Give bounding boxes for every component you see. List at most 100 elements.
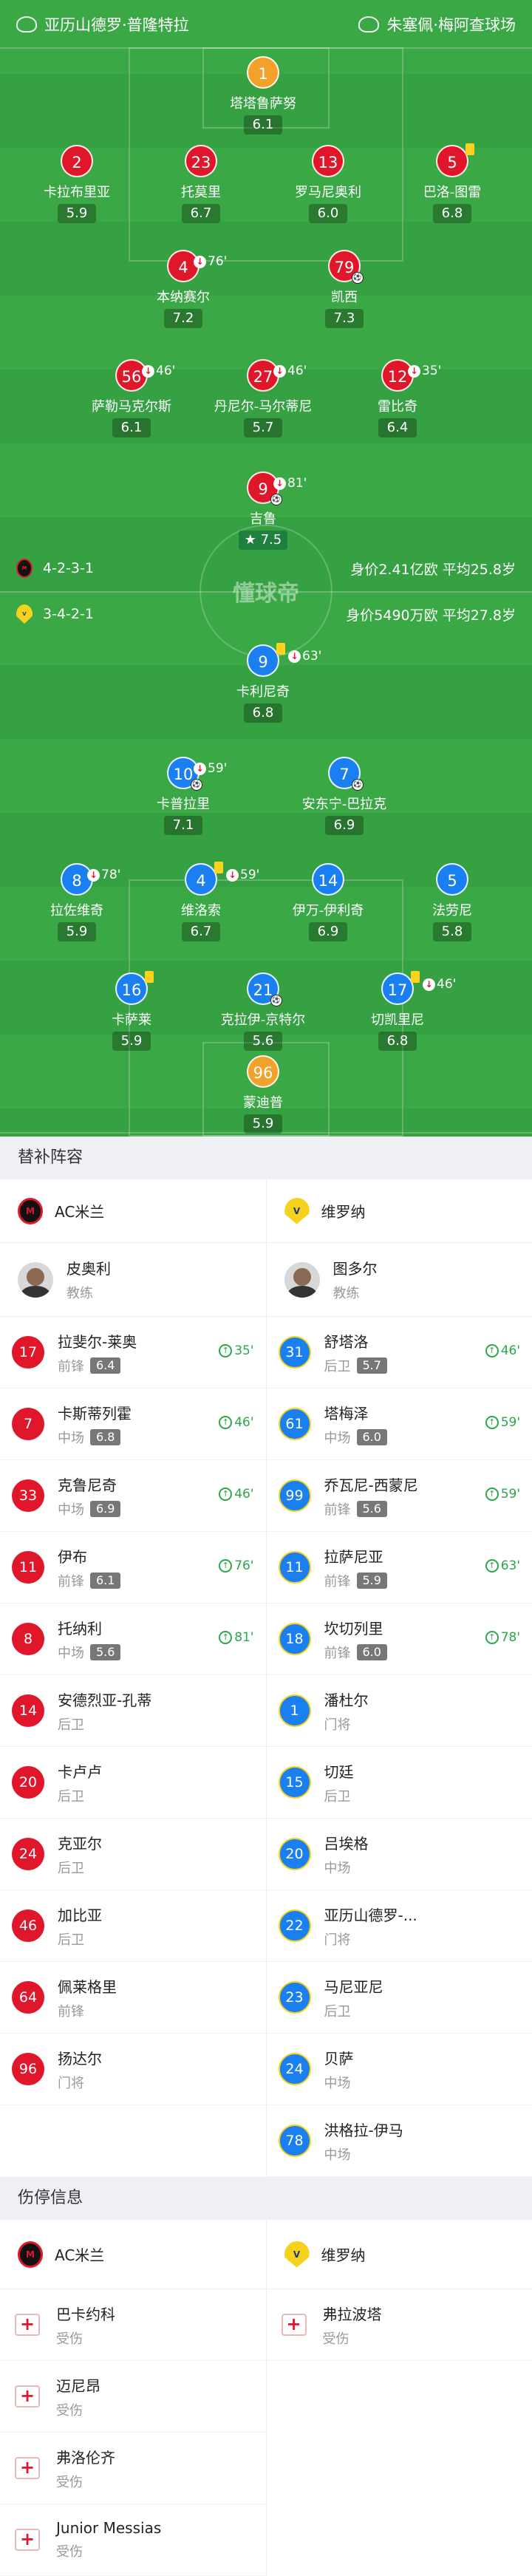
sub-player-row[interactable]: 24贝萨中场 xyxy=(267,2034,532,2105)
sub-player-row[interactable]: 11伊布前锋6.1↑76' xyxy=(0,1532,266,1604)
sub-player-row[interactable]: 46加比亚后卫 xyxy=(0,1890,266,1962)
away-team-header[interactable]: V维罗纳 xyxy=(266,2220,532,2289)
sub-player-row[interactable]: 11拉萨尼亚前锋5.9↑63' xyxy=(267,1532,532,1604)
injury-status: 受伤 xyxy=(323,2328,382,2348)
player-rating: 5.6 xyxy=(244,1032,282,1051)
sub-player-row[interactable]: 1潘杜尔门将 xyxy=(267,1675,532,1747)
player-away-96[interactable]: 96 蒙迪普 5.9 xyxy=(189,1055,337,1134)
injury-row[interactable]: 弗洛伦齐受伤 xyxy=(0,2433,266,2504)
player-away-5[interactable]: 5 法劳尼 5.8 xyxy=(378,863,526,941)
injury-info: Junior Messias受伤 xyxy=(56,2519,161,2560)
sub-player-row[interactable]: 20卡卢卢后卫 xyxy=(0,1747,266,1819)
player-info: 安德烈亚-孔蒂后卫 xyxy=(58,1689,151,1734)
injury-row[interactable]: 弗拉波塔受伤 xyxy=(267,2289,532,2361)
player-home-9[interactable]: 9 ↓81' ⚽ 吉鲁 ★ 7.5 xyxy=(189,471,337,550)
player-name: 塔梅泽 xyxy=(324,1402,387,1423)
injury-row[interactable]: 巴卡约科受伤 xyxy=(0,2289,266,2361)
player-position: 中场 xyxy=(58,1428,84,1447)
player-info: 舒塔洛后卫5.7 xyxy=(324,1330,387,1375)
player-number: 15 xyxy=(279,1766,311,1799)
player-name: 法劳尼 xyxy=(378,900,526,919)
injury-list: 巴卡约科受伤迈尼昂受伤弗洛伦齐受伤 Junior Messias受伤 弗拉波塔受伤 xyxy=(0,2289,532,2576)
sub-player-row[interactable]: 78洪格拉-伊马中场 xyxy=(267,2105,532,2177)
player-number: 2 xyxy=(72,154,81,171)
player-name: 巴洛-图雷 xyxy=(378,182,526,201)
player-number: 22 xyxy=(279,1909,311,1942)
sub-in-icon: ↑ xyxy=(219,1559,232,1572)
injury-info: 弗拉波塔受伤 xyxy=(323,2303,382,2348)
home-team-header[interactable]: MAC米兰 xyxy=(0,2220,266,2289)
player-home-12[interactable]: 12 ↓35' 雷比奇 6.4 xyxy=(324,359,471,437)
sub-player-row[interactable]: 20吕埃格中场 xyxy=(267,1819,532,1890)
player-info: 潘杜尔门将 xyxy=(324,1689,369,1734)
player-home-27[interactable]: 27 ↓46' 丹尼尔-马尔蒂尼 5.7 xyxy=(189,359,337,437)
injury-row[interactable]: Junior Messias受伤 xyxy=(0,2504,266,2576)
player-away-4[interactable]: 4 ↓59' 维洛索 6.7 xyxy=(127,863,275,941)
player-number: 64 xyxy=(12,1981,44,2014)
verona-logo-icon: V xyxy=(16,604,33,624)
injury-row[interactable]: 迈尼昂受伤 xyxy=(0,2361,266,2433)
player-number: 5 xyxy=(447,872,457,890)
sub-player-row[interactable]: 24克亚尔后卫 xyxy=(0,1819,266,1890)
sub-player-row[interactable]: 33克鲁尼奇中场6.9↑46' xyxy=(0,1460,266,1532)
whistle-icon xyxy=(16,16,37,33)
player-away-9[interactable]: 9 ↓63' 卡利尼奇 6.8 xyxy=(189,644,337,723)
away-team-header[interactable]: V维罗纳 xyxy=(266,1179,532,1242)
player-home-56[interactable]: 56 ↓46' 萨勒马克尔斯 6.1 xyxy=(58,359,205,437)
player-meta: 前锋6.4 xyxy=(58,1356,137,1375)
away-subs-column: 31舒塔洛后卫5.7↑46'61塔梅泽中场6.0↑59'99乔瓦尼-西蒙尼前锋5… xyxy=(266,1317,532,2177)
sub-player-row[interactable]: 14安德烈亚-孔蒂后卫 xyxy=(0,1675,266,1747)
home-coach[interactable]: 皮奥利教练 xyxy=(0,1243,266,1316)
sub-in-minute: 76' xyxy=(234,1558,253,1573)
player-rating: 5.7 xyxy=(357,1357,387,1374)
sub-player-row[interactable]: 15切廷后卫 xyxy=(267,1747,532,1819)
sub-player-row[interactable]: 99乔瓦尼-西蒙尼前锋5.6↑59' xyxy=(267,1460,532,1532)
sub-time: 63' xyxy=(302,640,321,672)
player-info: 拉斐尔-莱奥前锋6.4 xyxy=(58,1330,137,1375)
player-rating: 6.9 xyxy=(309,922,347,941)
player-name: 洪格拉-伊马 xyxy=(324,2119,403,2140)
player-meta: 后卫 xyxy=(324,2001,383,2020)
sub-player-row[interactable]: 61塔梅泽中场6.0↑59' xyxy=(267,1388,532,1460)
player-name: 拉萨尼亚 xyxy=(324,1545,387,1567)
player-away-7[interactable]: 7 ⚽ 安东宁-巴拉克 6.9 xyxy=(270,757,418,835)
goal-ball-icon: ⚽ xyxy=(191,779,202,791)
team-name: AC米兰 xyxy=(55,2243,104,2265)
sub-player-row[interactable]: 18坎切列里前锋6.0↑78' xyxy=(267,1604,532,1675)
avatar xyxy=(284,1262,320,1298)
sub-in-time: ↑46' xyxy=(219,1487,253,1502)
player-number: 79 xyxy=(335,259,355,276)
sub-player-row[interactable]: 31舒塔洛后卫5.7↑46' xyxy=(267,1317,532,1388)
sub-player-row[interactable]: 7卡斯蒂列霍中场6.8↑46' xyxy=(0,1388,266,1460)
sub-out-icon: ↓ xyxy=(194,763,206,775)
player-away-10[interactable]: 10 ↓59' ⚽ 卡普拉里 7.1 xyxy=(109,757,257,835)
player-away-16[interactable]: 16 卡萨莱 5.9 xyxy=(58,972,205,1051)
goal-ball-icon: ⚽ xyxy=(352,779,364,791)
player-home-1[interactable]: 1 塔塔鲁萨努 6.1 xyxy=(189,56,337,134)
sub-player-row[interactable]: 22亚历山德罗-...门将 xyxy=(267,1890,532,1962)
player-away-21[interactable]: 21 ⚽ 克拉伊-京特尔 5.6 xyxy=(189,972,337,1051)
sub-player-row[interactable]: 17拉斐尔-莱奥前锋6.4↑35' xyxy=(0,1317,266,1388)
player-home-79[interactable]: 79 ⚽ 凯西 7.3 xyxy=(270,250,418,328)
player-number: 17 xyxy=(388,981,408,999)
player-number: 8 xyxy=(72,872,81,890)
player-home-5[interactable]: 5 巴洛-图雷 6.8 xyxy=(378,145,526,223)
player-home-23[interactable]: 23 托莫里 6.7 xyxy=(127,145,275,223)
home-team-header[interactable]: MAC米兰 xyxy=(0,1179,266,1242)
ac-milan-logo-icon: M xyxy=(16,559,33,578)
player-away-17[interactable]: 17 ↓46' 切凯里尼 6.8 xyxy=(324,972,471,1051)
sub-player-row[interactable]: 8托纳利中场5.6↑81' xyxy=(0,1604,266,1675)
player-name: 卡萨莱 xyxy=(58,1009,205,1029)
sub-in-minute: 59' xyxy=(501,1487,520,1502)
player-number: 10 xyxy=(174,766,194,783)
away-coach[interactable]: 图多尔教练 xyxy=(266,1243,532,1316)
player-number: 12 xyxy=(388,368,408,386)
sub-out-icon: ↓ xyxy=(226,869,239,882)
sub-player-row[interactable]: 23马尼亚尼后卫 xyxy=(267,1962,532,2034)
sub-player-row[interactable]: 96扬达尔门将 xyxy=(0,2034,266,2105)
sub-in-time: ↑59' xyxy=(485,1415,520,1430)
stadium-icon xyxy=(358,16,379,33)
sub-player-row[interactable]: 64佩莱格里前锋 xyxy=(0,1962,266,2034)
player-home-4[interactable]: 4 ↓76' 本纳赛尔 7.2 xyxy=(109,250,257,328)
player-number: 20 xyxy=(279,1838,311,1870)
